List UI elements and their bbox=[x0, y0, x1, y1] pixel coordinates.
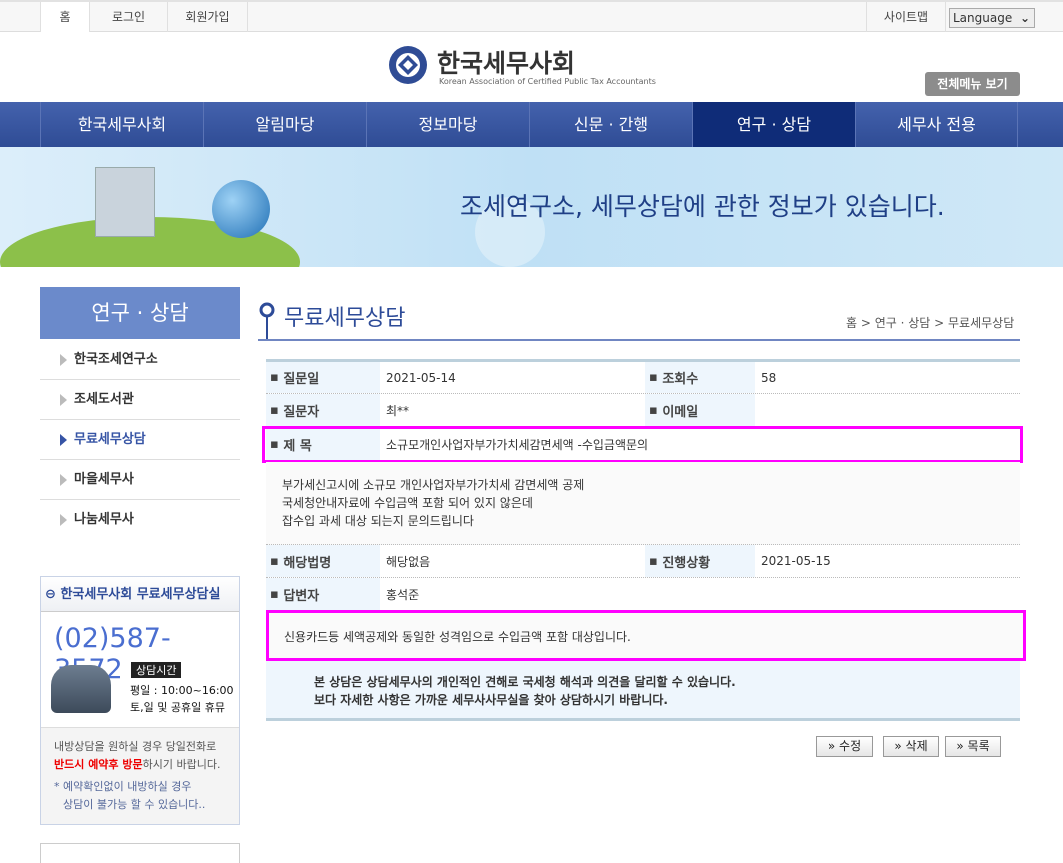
answer-text: 신용카드등 세액공제와 동일한 성격임으로 수입금액 포함 대상입니다. bbox=[284, 630, 631, 644]
join-link[interactable]: 회원가입 bbox=[168, 2, 248, 32]
hours-label: 상담시간 bbox=[131, 662, 182, 678]
contact-note: 내방상담을 원하실 경우 당일전화로 bbox=[54, 740, 217, 753]
table-row: ▪ 답변자 홍석준 bbox=[266, 578, 1020, 610]
sidebar-item[interactable]: 나눔세무사 bbox=[40, 500, 240, 540]
sitemap-link[interactable]: 사이트맵 bbox=[866, 2, 946, 32]
location-pin-icon bbox=[259, 302, 275, 340]
field-label: ▪ 이메일 bbox=[645, 394, 755, 426]
field-label: ▪ 조회수 bbox=[645, 362, 755, 393]
banner-building-image bbox=[95, 167, 155, 237]
logo-emblem-icon bbox=[389, 46, 427, 84]
banner: 조세연구소, 세무상담에 관한 정보가 있습니다. bbox=[0, 147, 1063, 267]
table-row: ▪ 해당법명 해당없음 ▪ 진행상황 2021-05-15 bbox=[266, 545, 1020, 578]
contact-note: 하시기 바랍니다. bbox=[142, 758, 221, 771]
sidebar-item[interactable]: 마을세무사 bbox=[40, 460, 240, 500]
breadcrumb: 홈 > 연구 · 상담 > 무료세무상담 bbox=[846, 316, 1015, 330]
delete-button[interactable]: » 삭제 bbox=[883, 736, 939, 757]
login-link[interactable]: 로그인 bbox=[90, 2, 168, 32]
contact-header: ⊖ 한국세무사회 무료세무상담실 bbox=[41, 577, 239, 612]
logo-subtitle: Korean Association of Certified Public T… bbox=[439, 77, 656, 86]
hours-weekend: 토,일 및 공휴일 휴뮤 bbox=[130, 701, 225, 714]
nav-item[interactable]: 한국세무사회 bbox=[40, 102, 203, 147]
logo-emblem-icon: ⊖ bbox=[45, 587, 56, 602]
field-label: ▪ 답변자 bbox=[266, 578, 380, 610]
question-line: 잡수입 과세 대상 되는지 문의드립니다 bbox=[282, 514, 474, 528]
main-nav: 한국세무사회 알림마당 정보마당 신문 · 간행 연구 · 상담 세무사 전용 bbox=[0, 102, 1063, 147]
banner-text: 조세연구소, 세무상담에 관한 정보가 있습니다. bbox=[460, 192, 945, 221]
field-label: ▪ 진행상황 bbox=[645, 545, 755, 577]
banner-globe-image bbox=[212, 180, 270, 238]
nav-item[interactable]: 정보마당 bbox=[366, 102, 529, 147]
disclaimer-line: 보다 자세한 사항은 가까운 세무사사무실을 찾아 상담하시기 바랍니다. bbox=[314, 693, 668, 707]
sidebar-item-active[interactable]: 무료세무상담 bbox=[40, 420, 240, 460]
field-label: ▪ 질문일 bbox=[266, 362, 380, 393]
divider bbox=[258, 339, 1020, 341]
question-line: 부가세신고시에 소규모 개인사업자부가가치세 감면세액 공제 bbox=[282, 478, 585, 492]
telephone-icon bbox=[51, 665, 111, 713]
question-body: 부가세신고시에 소규모 개인사업자부가가치세 감면세액 공제 국세청안내자료에 … bbox=[266, 462, 1020, 545]
disclaimer: 본 상담은 상담세무사의 개인적인 견해로 국세청 해석과 의견을 달리할 수 … bbox=[266, 661, 1020, 721]
disclaimer-line: 본 상담은 상담세무사의 개인적인 견해로 국세청 해석과 의견을 달리할 수 … bbox=[314, 675, 736, 689]
language-select[interactable]: Language ⌄ bbox=[949, 8, 1035, 28]
progress-status: 2021-05-15 bbox=[761, 554, 831, 568]
chevron-down-icon: ⌄ bbox=[1019, 11, 1030, 25]
sidebar-next-box bbox=[40, 843, 240, 863]
view-count: 58 bbox=[761, 370, 777, 385]
list-button[interactable]: » 목록 bbox=[945, 736, 1001, 757]
contact-title: 한국세무사회 무료세무상담실 bbox=[60, 587, 221, 602]
home-link[interactable]: 홈 bbox=[40, 2, 90, 32]
table-row: ▪ 질문자 최** ▪ 이메일 bbox=[266, 394, 1020, 427]
question-line: 국세청안내자료에 수입금액 포함 되어 있지 않은데 bbox=[282, 496, 533, 510]
page-title: 무료세무상담 bbox=[284, 306, 406, 331]
logo-name: 한국세무사회 bbox=[437, 49, 576, 78]
answer-body: 신용카드등 세액공제와 동일한 성격임으로 수입금액 포함 대상입니다. bbox=[266, 610, 1026, 661]
contact-note: * 예약확인없이 내방하실 경우 bbox=[54, 780, 192, 793]
nav-item[interactable]: 알림마당 bbox=[203, 102, 366, 147]
sidebar-title: 연구 · 상담 bbox=[40, 287, 240, 339]
highlight-box bbox=[262, 426, 1023, 463]
hours-weekday: 평일 : 10:00~16:00 bbox=[130, 684, 234, 697]
asker: 최** bbox=[386, 403, 410, 418]
language-value: Language bbox=[953, 11, 1013, 25]
law-name: 해당없음 bbox=[386, 554, 431, 569]
field-label: ▪ 질문자 bbox=[266, 394, 380, 426]
nav-item-active[interactable]: 연구 · 상담 bbox=[692, 102, 855, 147]
top-utility-bar: 홈 로그인 회원가입 사이트맵 Language ⌄ bbox=[0, 0, 1063, 32]
contact-note-warning: 반드시 예약후 방문 bbox=[54, 758, 143, 771]
answerer: 홍석준 bbox=[386, 587, 420, 602]
all-menu-button[interactable]: 전체메뉴 보기 bbox=[925, 72, 1020, 96]
sidebar-item[interactable]: 한국조세연구소 bbox=[40, 340, 240, 380]
sidebar-item[interactable]: 조세도서관 bbox=[40, 380, 240, 420]
email bbox=[755, 394, 761, 426]
field-label: ▪ 해당법명 bbox=[266, 545, 380, 577]
question-date: 2021-05-14 bbox=[386, 370, 456, 385]
consult-contact-box: ⊖ 한국세무사회 무료세무상담실 (02)587-3572 상담시간 평일 : … bbox=[40, 576, 240, 825]
contact-note: 상담이 불가능 할 수 있습니다.. bbox=[63, 798, 206, 811]
site-logo[interactable]: 한국세무사회 Korean Association of Certified P… bbox=[387, 44, 667, 90]
nav-item[interactable]: 세무사 전용 bbox=[855, 102, 1018, 147]
edit-button[interactable]: » 수정 bbox=[816, 736, 873, 757]
table-row: ▪ 질문일 2021-05-14 ▪ 조회수 58 bbox=[266, 362, 1020, 394]
nav-item[interactable]: 신문 · 간행 bbox=[529, 102, 692, 147]
